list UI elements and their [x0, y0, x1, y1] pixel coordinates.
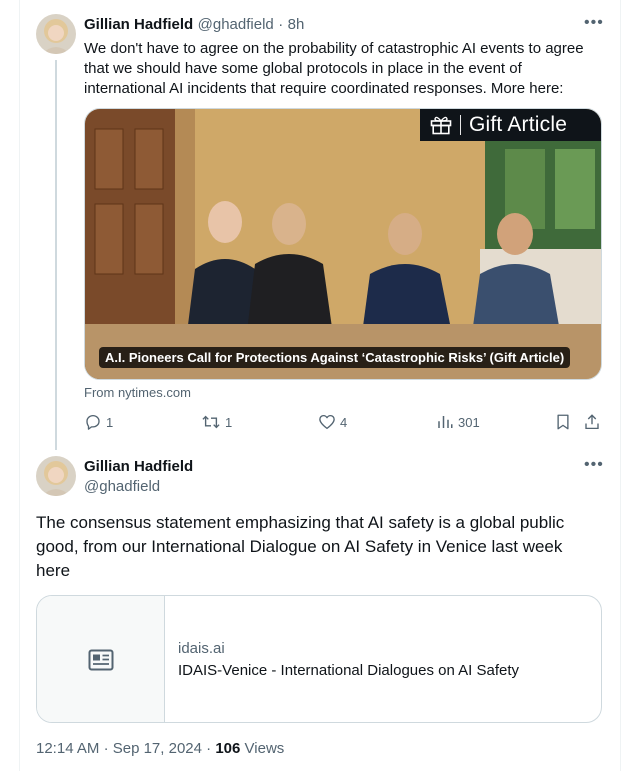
- timeline-border-left: [19, 0, 20, 771]
- avatar[interactable]: [36, 456, 76, 496]
- tweet-actions: 1 1 4 301: [84, 413, 604, 433]
- gift-icon: [430, 116, 452, 135]
- heart-icon: [319, 414, 335, 430]
- repost-icon: [202, 415, 220, 429]
- meta-separator: ·: [103, 740, 109, 757]
- views-count: 301: [458, 414, 480, 430]
- views-number: 106: [215, 740, 241, 757]
- meta-separator: ·: [206, 740, 212, 757]
- author-name[interactable]: Gillian Hadfield: [84, 458, 193, 475]
- badge-divider: [460, 115, 461, 135]
- author-name[interactable]: Gillian Hadfield: [84, 16, 193, 33]
- like-button[interactable]: 4: [318, 413, 347, 431]
- views-button[interactable]: 301: [436, 413, 480, 431]
- link-source[interactable]: From nytimes.com: [84, 385, 191, 400]
- tweet-text: The consensus statement emphasizing that…: [36, 513, 565, 580]
- tweet-timestamp[interactable]: 8h: [288, 16, 305, 33]
- more-options-button[interactable]: •••: [584, 14, 604, 32]
- tweet-date[interactable]: Sep 17, 2024: [113, 740, 202, 757]
- tweet-header: Gillian Hadfield @ghadfield · 8h: [84, 16, 304, 34]
- link-preview-card[interactable]: Gift Article A.I. Pioneers Call for Prot…: [84, 108, 602, 380]
- share-button[interactable]: [583, 413, 601, 431]
- repost-count: 1: [225, 414, 233, 430]
- views-label: Views: [244, 740, 285, 757]
- article-photo: [85, 109, 601, 379]
- thread-connector: [55, 60, 57, 450]
- like-count: 4: [340, 414, 348, 430]
- tweet-time[interactable]: 12:14 AM: [36, 740, 99, 757]
- tweet-meta: 12:14 AM · Sep 17, 2024 · 106 Views: [36, 740, 284, 757]
- bookmark-button[interactable]: [554, 413, 572, 431]
- header-separator: ·: [278, 16, 284, 33]
- reply-icon: [86, 414, 100, 430]
- article-icon: [88, 649, 113, 671]
- avatar-image: [36, 14, 76, 54]
- analytics-icon: [438, 416, 453, 428]
- author-handle[interactable]: @ghadfield: [198, 16, 274, 33]
- more-options-button[interactable]: •••: [584, 456, 604, 474]
- reply-count: 1: [106, 414, 114, 430]
- article-caption[interactable]: A.I. Pioneers Call for Protections Again…: [99, 347, 571, 368]
- author-handle[interactable]: @ghadfield: [84, 478, 160, 495]
- link-title: IDAIS-Venice - International Dialogues o…: [178, 662, 520, 679]
- link-domain: idais.ai: [178, 640, 225, 657]
- reply-button[interactable]: 1: [84, 413, 113, 431]
- timeline-border-right: [620, 0, 621, 771]
- link-thumbnail: [37, 596, 165, 722]
- share-icon: [585, 414, 599, 430]
- avatar[interactable]: [36, 14, 76, 54]
- gift-article-badge: Gift Article: [420, 109, 601, 141]
- link-preview-card[interactable]: idais.ai IDAIS-Venice - International Di…: [36, 595, 602, 723]
- repost-button[interactable]: 1: [201, 413, 232, 431]
- avatar-image: [36, 456, 76, 496]
- tweet-text: We don't have to agree on the probabilit…: [84, 40, 584, 97]
- gift-article-label: Gift Article: [469, 113, 568, 136]
- bookmark-icon: [557, 414, 569, 430]
